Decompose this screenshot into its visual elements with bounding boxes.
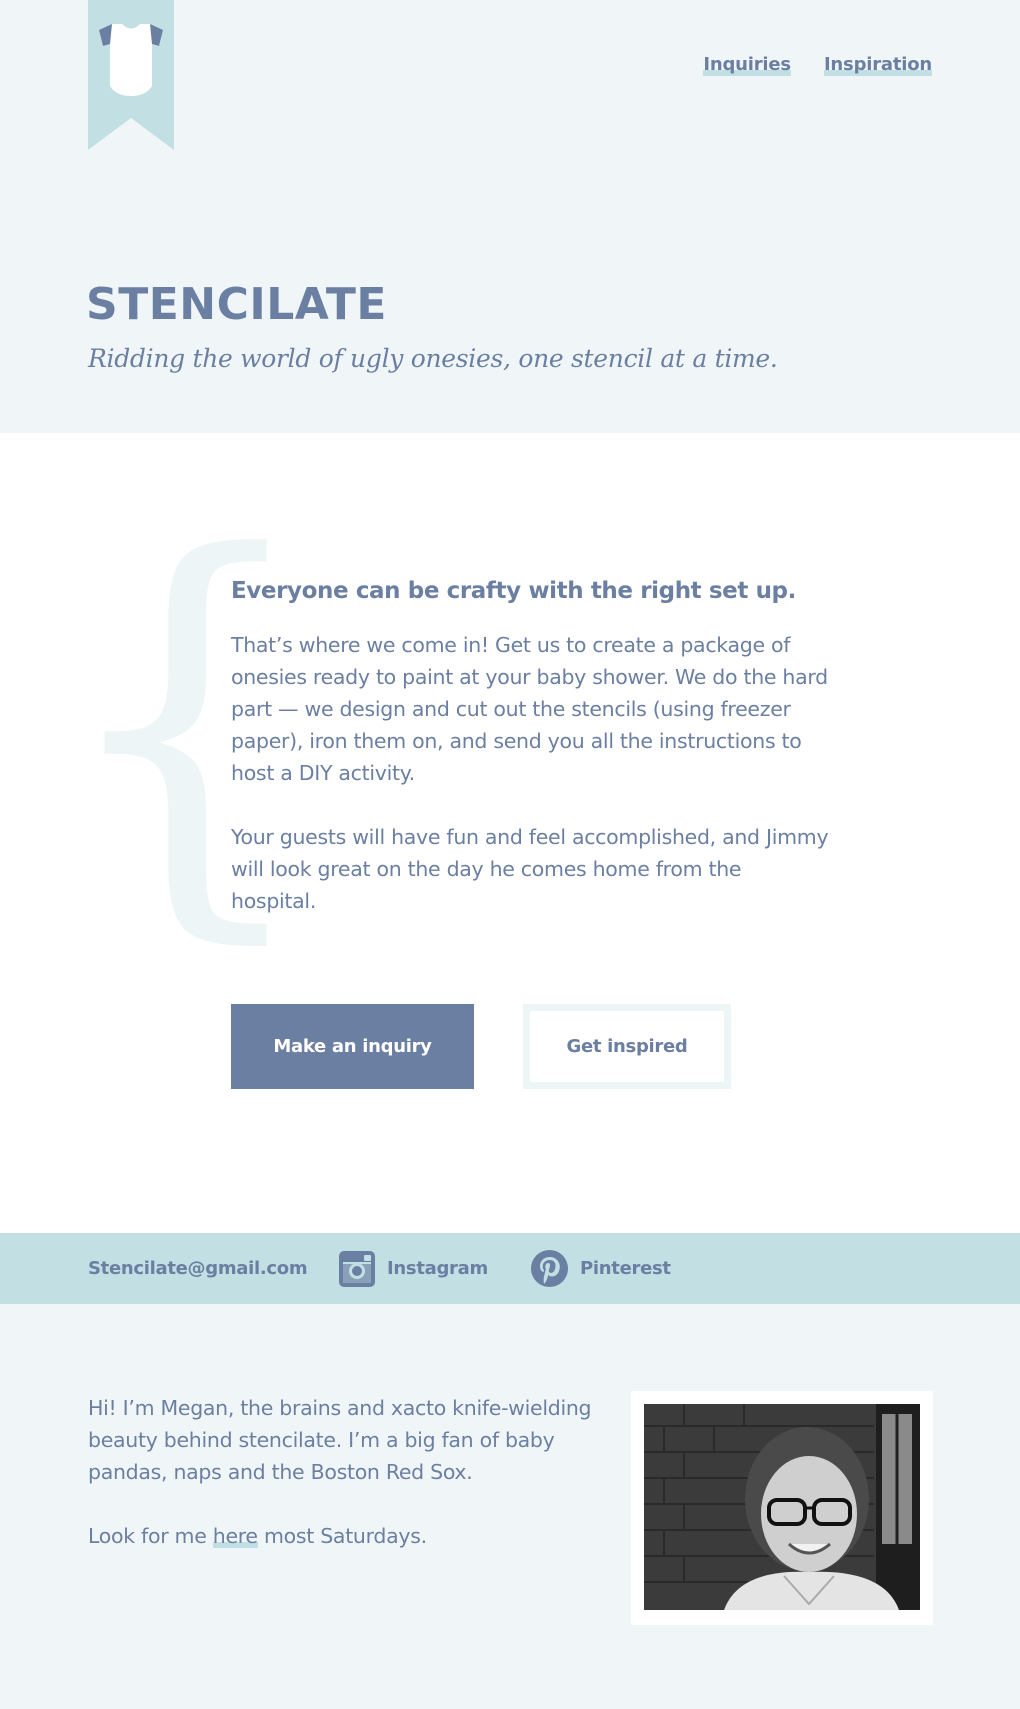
nav-inspiration-link[interactable]: Inspiration [823,54,932,76]
tagline: Ridding the world of ugly onesies, one s… [88,344,778,373]
body-paragraph: That’s where we come in! Get us to creat… [231,633,828,785]
about-saturdays: Look for me here most Saturdays. [88,1520,608,1552]
get-inspired-button[interactable]: Get inspired [523,1004,731,1089]
profile-photo [644,1404,920,1610]
pinterest-label: Pinterest [580,1258,671,1279]
saturday-prefix: Look for me [88,1524,213,1548]
saturday-suffix: most Saturdays. [257,1524,427,1548]
site-header: Inquiries Inspiration STENCILATE Ridding… [0,0,1020,433]
here-link[interactable]: here [212,1524,258,1548]
profile-photo-frame [631,1391,933,1625]
instagram-label: Instagram [387,1258,488,1279]
contact-bar: Stencilate@gmail.com Instagram Pinterest [0,1233,1020,1304]
onesie-ribbon-icon[interactable] [88,0,174,150]
nav-inquiries-link[interactable]: Inquiries [703,54,791,76]
main-nav: Inquiries Inspiration [703,54,932,76]
brand-title: STENCILATE [86,279,387,330]
about-intro: Hi! I’m Megan, the brains and xacto knif… [88,1396,592,1484]
instagram-link[interactable]: Instagram [339,1233,488,1304]
intro-section: { Everyone can be crafty with the right … [0,433,1020,1233]
instagram-icon [339,1250,375,1287]
pinterest-link[interactable]: Pinterest [531,1233,671,1304]
pinterest-icon [531,1250,568,1287]
section-body: That’s where we come in! Get us to creat… [231,629,831,917]
email-label: Stencilate@gmail.com [88,1258,308,1279]
section-headline: Everyone can be crafty with the right se… [231,578,796,604]
make-inquiry-button[interactable]: Make an inquiry [231,1004,474,1089]
email-link[interactable]: Stencilate@gmail.com [88,1233,308,1304]
body-paragraph: Your guests will have fun and feel accom… [231,825,829,913]
about-section: Hi! I’m Megan, the brains and xacto knif… [88,1392,608,1552]
